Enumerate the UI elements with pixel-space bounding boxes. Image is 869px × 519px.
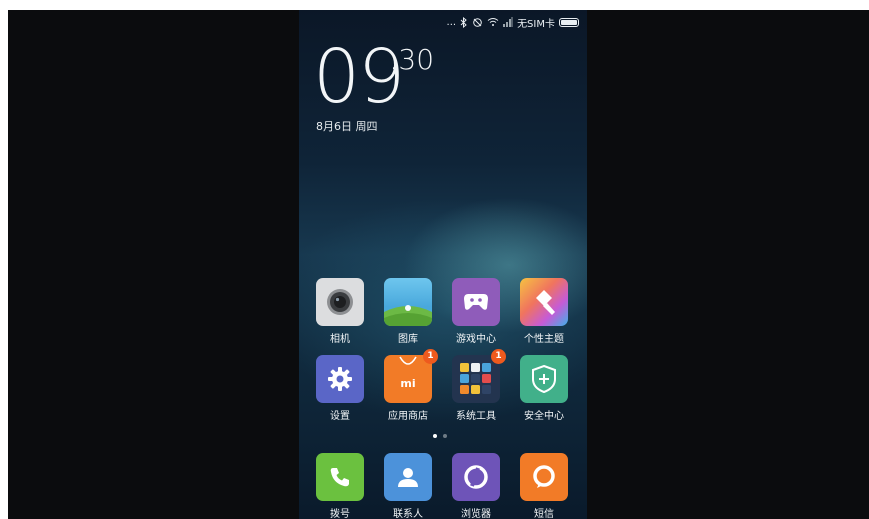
page-indicator[interactable] [433,434,447,438]
app-camera[interactable]: 相机 [309,278,371,345]
gamepad-icon [452,278,500,326]
app-gallery[interactable]: 图库 [377,278,439,345]
dock-contacts[interactable]: 联系人 [377,453,439,519]
app-settings[interactable]: 设置 [309,355,371,422]
message-icon [520,453,568,501]
folder-icon: 1 [452,349,506,403]
app-label: 安全中心 [524,411,564,422]
phone-icon [316,453,364,501]
app-app-store[interactable]: mi 1 应用商店 [377,349,439,422]
status-bar: ... 无SIM卡 [447,14,579,30]
app-label: 图库 [398,334,418,345]
app-label: 个性主题 [524,334,564,345]
app-label: 拨号 [330,509,350,519]
signal-icon [503,17,513,27]
dock-messages[interactable]: 短信 [513,453,575,519]
app-security-center[interactable]: 安全中心 [513,355,575,422]
gear-icon [316,355,364,403]
battery-icon [559,17,579,27]
clock-minute: :30 [389,43,435,76]
sync-icon [472,17,483,28]
app-themes[interactable]: 个性主题 [513,278,575,345]
app-game-center[interactable]: 游戏中心 [445,278,507,345]
app-label: 设置 [330,411,350,422]
dock-browser[interactable]: 浏览器 [445,453,507,519]
app-label: 应用商店 [388,411,428,422]
app-label: 浏览器 [461,509,491,519]
more-dots: ... [446,16,457,28]
phone-screen: ... 无SIM卡 09 :30 8月6日 周四 相机 图库 游戏中心 个性主题… [299,10,587,519]
app-system-tools[interactable]: 1 系统工具 [445,349,507,422]
notification-badge: 1 [423,349,438,364]
app-label: 相机 [330,334,350,345]
app-label: 系统工具 [456,411,496,422]
gallery-icon [384,278,432,326]
app-label: 游戏中心 [456,334,496,345]
page-dot[interactable] [443,434,447,438]
contacts-icon [384,453,432,501]
camera-icon [316,278,364,326]
app-label: 联系人 [393,509,423,519]
shield-icon [520,355,568,403]
page-dot-active[interactable] [433,434,437,438]
app-label: 短信 [534,509,554,519]
app-store-bag-icon: mi 1 [384,349,438,403]
bluetooth-icon [460,16,468,28]
wifi-icon [487,17,499,27]
clock-date: 8月6日 周四 [316,120,378,133]
mi-logo: mi [400,376,416,390]
browser-icon [452,453,500,501]
theme-brush-icon [520,278,568,326]
dock-phone[interactable]: 拨号 [309,453,371,519]
sim-status-text: 无SIM卡 [517,18,555,30]
notification-badge: 1 [491,349,506,364]
